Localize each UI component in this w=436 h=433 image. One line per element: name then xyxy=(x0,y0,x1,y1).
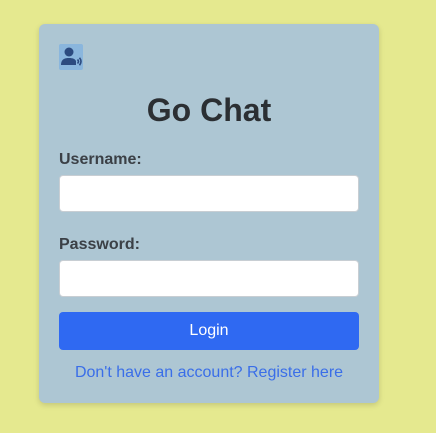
username-label: Username: xyxy=(59,151,142,168)
login-button[interactable]: Login xyxy=(59,312,359,350)
password-label: Password: xyxy=(59,236,140,253)
username-field[interactable] xyxy=(59,175,359,212)
password-field[interactable] xyxy=(59,260,359,297)
user-chat-icon xyxy=(59,44,83,70)
page-title: Go Chat xyxy=(146,92,272,128)
register-link[interactable]: Don't have an account? Register here xyxy=(39,364,379,382)
login-card: Go Chat Username: Password: Login Don't … xyxy=(39,24,379,403)
